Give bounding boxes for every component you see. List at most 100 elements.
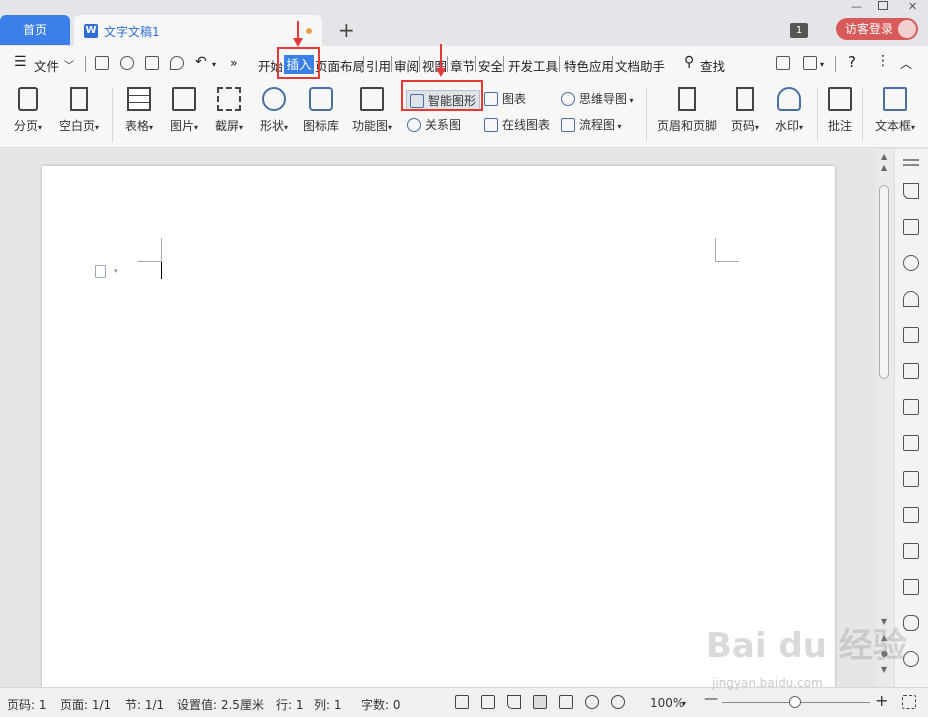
file-menu[interactable]: 文件	[34, 56, 59, 75]
zoom-dropdown-icon[interactable]: ▾	[682, 699, 686, 708]
status-page-code[interactable]: 页码: 1	[7, 696, 47, 713]
vertical-scrollbar[interactable]: ▲ ▲ ▼ ▲ ● ▼	[876, 149, 894, 687]
screenshot-button[interactable]: 截屏▾	[211, 87, 247, 134]
shape-button[interactable]: 形状▾	[256, 87, 292, 134]
divider	[363, 56, 364, 72]
paragraph-icon[interactable]	[95, 265, 106, 278]
image-gallery-icon[interactable]	[903, 435, 919, 451]
blank-page-button[interactable]: 空白页▾	[56, 87, 102, 134]
print-icon[interactable]	[145, 56, 159, 70]
document-tab[interactable]: W 文字文稿1	[74, 15, 322, 46]
hamburger-icon[interactable]: ☰	[14, 54, 27, 70]
collapse-ribbon-icon[interactable]: ︿	[900, 55, 912, 72]
page-view-icon[interactable]	[533, 695, 547, 709]
document-page[interactable]: ▾	[42, 166, 835, 687]
settings-sliders-icon[interactable]	[903, 399, 919, 415]
scroll-top-icon[interactable]: ▲	[881, 152, 887, 161]
page-break-label: 分页	[13, 119, 38, 133]
style-icon[interactable]	[903, 291, 919, 307]
status-word-count[interactable]: 字数: 0	[361, 696, 401, 713]
collaborate-dropdown-icon[interactable]: ▾	[820, 60, 824, 69]
undo-dropdown-icon[interactable]: ▾	[212, 60, 216, 69]
web-view-icon[interactable]	[585, 695, 599, 709]
fullscreen-icon[interactable]	[455, 695, 469, 709]
tab-page-layout[interactable]: 页面布局	[315, 56, 365, 75]
pen-icon[interactable]	[903, 183, 919, 199]
search-button[interactable]: 查找	[700, 56, 725, 75]
page-break-button[interactable]: 分页▾	[10, 87, 46, 134]
more-toolbar-icon[interactable]: »	[230, 55, 238, 70]
text-box-button[interactable]: 文本框▾	[871, 87, 919, 134]
tab-review[interactable]: 审阅	[394, 56, 419, 75]
tab-chapter[interactable]: 章节	[450, 56, 475, 75]
window-count-badge[interactable]: 1	[790, 23, 808, 38]
scrollbar-thumb[interactable]	[879, 185, 889, 379]
page-number-button[interactable]: 页码▾	[727, 87, 763, 134]
help-icon[interactable]: ?	[848, 53, 856, 71]
undo-icon[interactable]: ↶	[195, 54, 207, 70]
zoom-in-icon[interactable]: +	[875, 691, 888, 710]
tab-special-apps[interactable]: 特色应用	[564, 56, 614, 75]
mind-map-button[interactable]: 思维导图 ▾	[561, 90, 634, 107]
table-button[interactable]: 表格▾	[121, 87, 157, 134]
online-chart-button[interactable]: 在线图表	[484, 116, 550, 133]
relation-chart-button[interactable]: 关系图	[407, 116, 461, 133]
save-icon[interactable]	[95, 56, 109, 70]
picture-icon[interactable]	[903, 579, 919, 595]
archive-icon[interactable]	[903, 543, 919, 559]
tab-references[interactable]: 引用	[366, 56, 391, 75]
function-chart-button[interactable]: 功能图▾	[349, 87, 395, 134]
header-footer-label: 页眉和页脚	[656, 119, 717, 133]
status-section[interactable]: 节: 1/1	[125, 696, 164, 713]
home-tab[interactable]: 首页	[0, 15, 70, 45]
apps-grid-icon[interactable]	[903, 363, 919, 379]
new-tab-button[interactable]: +	[338, 18, 355, 42]
eye-protection-icon[interactable]	[611, 695, 625, 709]
tab-developer[interactable]: 开发工具	[508, 56, 558, 75]
function-chart-icon	[360, 87, 384, 111]
watermark-button[interactable]: 水印▾	[771, 87, 807, 134]
guest-login-button[interactable]: 访客登录	[836, 18, 918, 40]
outline-view-icon[interactable]	[559, 695, 573, 709]
comment-button[interactable]: 批注	[825, 87, 855, 134]
reading-mode-icon[interactable]	[481, 695, 495, 709]
print-preview-icon[interactable]	[170, 56, 184, 70]
export-icon[interactable]	[903, 471, 919, 487]
status-pages[interactable]: 页面: 1/1	[60, 696, 111, 713]
status-setting[interactable]: 设置值: 2.5厘米	[177, 696, 264, 713]
fit-page-icon[interactable]	[902, 695, 916, 709]
chart-button[interactable]: 图表	[484, 90, 526, 107]
shapes-icon[interactable]	[903, 255, 919, 271]
zoom-slider-thumb[interactable]	[789, 696, 801, 708]
more-options-icon[interactable]: ⋮	[876, 53, 890, 69]
panel-collapse-icon[interactable]	[903, 159, 919, 161]
translate-icon[interactable]	[903, 507, 919, 523]
flow-chart-button[interactable]: 流程图 ▾	[561, 116, 622, 133]
page-number-label: 页码	[730, 119, 755, 133]
icon-library-button[interactable]: 图标库	[302, 87, 340, 134]
zoom-level[interactable]: 100%	[650, 696, 684, 710]
table-grid-icon[interactable]	[903, 327, 919, 343]
tab-security[interactable]: 安全	[478, 56, 503, 75]
edit-mode-icon[interactable]	[507, 695, 521, 709]
document-tab-title: 文字文稿1	[104, 25, 160, 39]
chevron-down-icon[interactable]: ﹀	[64, 57, 74, 72]
minimize-icon[interactable]: —	[851, 0, 862, 13]
select-cursor-icon[interactable]	[903, 219, 919, 235]
close-icon[interactable]: ✕	[908, 0, 917, 13]
divider	[85, 56, 86, 72]
tab-doc-assistant[interactable]: 文档助手	[615, 56, 665, 75]
format-painter-icon[interactable]	[120, 56, 134, 70]
share-icon[interactable]	[776, 56, 790, 70]
collaborate-icon[interactable]	[803, 56, 817, 70]
paragraph-dropdown-icon[interactable]: ▾	[114, 267, 118, 275]
scroll-up-icon[interactable]: ▲	[881, 163, 887, 172]
search-icon[interactable]: ⚲	[684, 54, 694, 70]
maximize-icon[interactable]	[878, 1, 888, 10]
online-chart-icon	[484, 118, 498, 132]
header-footer-button[interactable]: 页眉和页脚	[655, 87, 719, 134]
zoom-out-icon[interactable]: —	[704, 691, 718, 707]
status-row[interactable]: 行: 1	[276, 696, 304, 713]
status-col[interactable]: 列: 1	[314, 696, 342, 713]
picture-button[interactable]: 图片▾	[166, 87, 202, 134]
